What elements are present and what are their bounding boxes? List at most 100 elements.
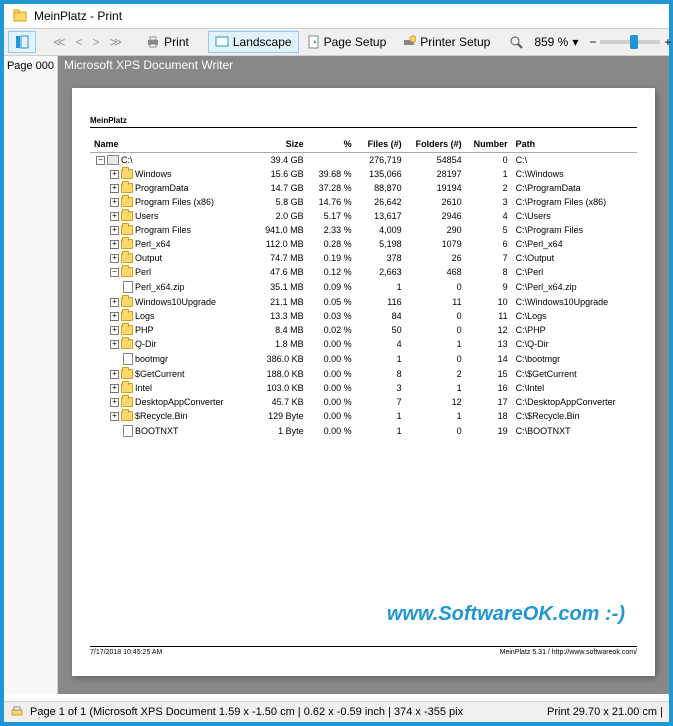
next-page-button[interactable]: > [88, 31, 105, 53]
row-name: PHP [135, 325, 154, 335]
row-path: C:\Program Files (x86) [512, 195, 637, 209]
page-header: MeinPlatz [90, 116, 637, 128]
folder-icon [121, 325, 133, 335]
row-pct: 5.17 % [308, 209, 356, 223]
expand-box[interactable]: + [110, 398, 119, 407]
row-files: 378 [356, 251, 406, 265]
last-page-button[interactable]: ≫ [105, 31, 128, 53]
expand-box[interactable]: + [110, 298, 119, 307]
print-button[interactable]: Print [139, 31, 196, 53]
row-pct: 0.02 % [308, 323, 356, 337]
row-path: C:\DesktopAppConverter [512, 395, 637, 409]
row-name: Output [135, 253, 162, 263]
zoom-dropdown[interactable]: 859 % ▾ [527, 31, 585, 53]
expand-box[interactable]: + [110, 340, 119, 349]
expand-box[interactable]: + [110, 170, 119, 179]
printer-icon [146, 35, 160, 49]
expand-box[interactable]: + [110, 254, 119, 263]
row-folders: 290 [406, 223, 466, 237]
table-row: +Windows 15.6 GB 39.68 % 135,066 28197 1… [90, 167, 637, 181]
prev-page-button[interactable]: < [71, 31, 88, 53]
row-size: 21.1 MB [250, 295, 308, 309]
table-row: bootmgr 386.0 KB 0.00 % 1 0 14 C:\bootmg… [90, 351, 637, 367]
row-name: BOOTNXT [135, 426, 179, 436]
row-files: 4 [356, 337, 406, 351]
folder-icon [121, 369, 133, 379]
page-setup-button[interactable]: Page Setup [301, 31, 394, 53]
expand-box[interactable]: + [110, 184, 119, 193]
view-mode-button[interactable] [8, 31, 36, 53]
row-name: Program Files [135, 225, 191, 235]
col-number: Number [466, 136, 512, 153]
zoom-in-button[interactable]: + [664, 35, 671, 49]
row-path: C:\Perl_x64 [512, 237, 637, 251]
row-name: Intel [135, 383, 152, 393]
zoom-out-button[interactable]: − [589, 35, 596, 49]
expand-box[interactable]: + [110, 384, 119, 393]
row-path: C:\Perl_x64.zip [512, 279, 637, 295]
row-number: 5 [466, 223, 512, 237]
expand-box[interactable]: + [110, 198, 119, 207]
expand-box[interactable]: − [96, 156, 105, 165]
row-pct: 0.12 % [308, 265, 356, 279]
row-folders: 2610 [406, 195, 466, 209]
row-files: 1 [356, 279, 406, 295]
row-path: C:\ [512, 153, 637, 168]
folder-icon [121, 197, 133, 207]
zoom-slider[interactable] [600, 40, 660, 44]
landscape-label: Landscape [233, 35, 292, 49]
expand-box[interactable]: + [110, 370, 119, 379]
row-pct: 0.00 % [308, 409, 356, 423]
expand-box[interactable]: + [110, 326, 119, 335]
table-header-row: Name Size % Files (#) Folders (#) Number… [90, 136, 637, 153]
row-number: 17 [466, 395, 512, 409]
row-pct: 0.05 % [308, 295, 356, 309]
row-pct: 0.00 % [308, 381, 356, 395]
landscape-button[interactable]: Landscape [208, 31, 299, 53]
row-files: 50 [356, 323, 406, 337]
printer-setup-button[interactable]: Printer Setup [395, 31, 497, 53]
row-number: 4 [466, 209, 512, 223]
footer-left: 7/17/2018 10:45:25 AM [90, 649, 162, 656]
row-path: C:\Logs [512, 309, 637, 323]
row-size: 1.8 MB [250, 337, 308, 351]
table-row: +Program Files 941.0 MB 2.33 % 4,009 290… [90, 223, 637, 237]
expand-box[interactable]: + [110, 226, 119, 235]
window-title: MeinPlatz - Print [34, 9, 122, 23]
row-size: 74.7 MB [250, 251, 308, 265]
table-row: +Q-Dir 1.8 MB 0.00 % 4 1 13 C:\Q-Dir [90, 337, 637, 351]
row-path: C:\Output [512, 251, 637, 265]
row-pct: 0.00 % [308, 337, 356, 351]
table-row: +DesktopAppConverter 45.7 KB 0.00 % 7 12… [90, 395, 637, 409]
first-page-button[interactable]: ≪ [48, 31, 71, 53]
row-folders: 54854 [406, 153, 466, 168]
page-setup-icon [308, 35, 320, 49]
row-size: 15.6 GB [250, 167, 308, 181]
row-number: 10 [466, 295, 512, 309]
col-name: Name [90, 136, 250, 153]
row-folders: 28197 [406, 167, 466, 181]
row-files: 276,719 [356, 153, 406, 168]
expand-box[interactable]: + [110, 312, 119, 321]
row-number: 13 [466, 337, 512, 351]
row-folders: 26 [406, 251, 466, 265]
row-size: 2.0 GB [250, 209, 308, 223]
expand-box[interactable]: + [110, 412, 119, 421]
row-number: 7 [466, 251, 512, 265]
expand-box[interactable]: + [110, 212, 119, 221]
row-files: 4,009 [356, 223, 406, 237]
expand-box[interactable]: − [110, 268, 119, 277]
page-tab[interactable]: Page 000 [4, 56, 58, 694]
row-name: Perl [135, 267, 151, 277]
table-row: +Program Files (x86) 5.8 GB 14.76 % 26,6… [90, 195, 637, 209]
row-number: 3 [466, 195, 512, 209]
page-setup-label: Page Setup [324, 35, 387, 49]
row-pct [308, 153, 356, 168]
title-bar: MeinPlatz - Print [4, 4, 669, 28]
content-area: Page 000 Microsoft XPS Document Writer M… [4, 56, 669, 694]
row-files: 84 [356, 309, 406, 323]
row-files: 1 [356, 409, 406, 423]
expand-box[interactable]: + [110, 240, 119, 249]
row-folders: 468 [406, 265, 466, 279]
zoom-value: 859 % [534, 35, 568, 49]
